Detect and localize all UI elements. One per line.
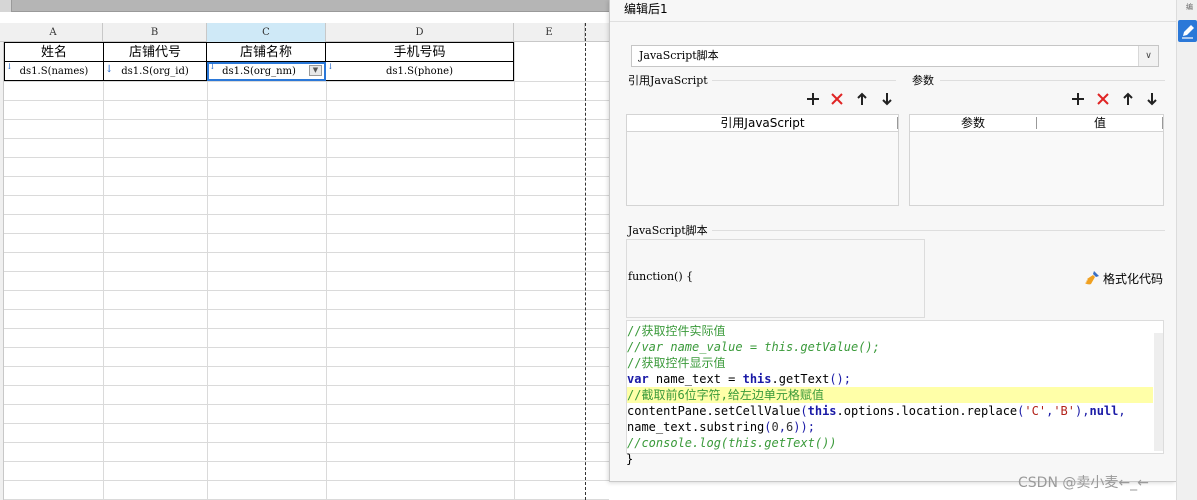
cell-c2[interactable]: ↓ ds1.S(org_nm) ▼	[207, 62, 326, 81]
code-line: //var name_value = this.getValue();	[627, 340, 880, 354]
event-type-value: JavaScript脚本	[639, 49, 719, 62]
cell-c2-text: ds1.S(org_nm)	[222, 66, 296, 77]
function-header-area: function() {	[626, 239, 925, 318]
grid-row-line	[4, 480, 609, 481]
grid-row-line	[4, 176, 609, 177]
delete-icon[interactable]	[1094, 90, 1112, 108]
format-code-button[interactable]: 格式化代码	[1084, 270, 1163, 288]
cell-b2-text: ds1.S(org_id)	[121, 66, 189, 77]
params-table-header: 参数 值	[910, 115, 1163, 132]
dialog-title: 编辑后1	[610, 0, 1177, 22]
code-line: //console.log(this.getText())	[627, 436, 837, 450]
grid-row-line	[4, 119, 609, 120]
grid-row-line	[4, 347, 609, 348]
move-up-icon[interactable]	[1119, 90, 1137, 108]
add-icon[interactable]	[804, 90, 822, 108]
grid-row-line	[4, 366, 609, 367]
grid-row-line	[4, 385, 609, 386]
move-down-icon[interactable]	[1143, 90, 1161, 108]
code-scrollbar[interactable]	[1154, 333, 1163, 451]
cell-b1[interactable]: 店铺代号	[104, 42, 207, 62]
right-side-panel	[1176, 0, 1197, 500]
param-value-column-header: 值	[1093, 116, 1106, 130]
params-table[interactable]: 参数 值	[909, 114, 1164, 206]
grid-row-line	[4, 404, 609, 405]
grid-row-line	[4, 233, 609, 234]
column-header-a[interactable]: A	[4, 23, 103, 42]
ref-js-table-header: 引用JavaScript	[627, 115, 898, 132]
grid-row-line	[4, 252, 609, 253]
grid-row-line	[4, 442, 609, 443]
side-panel-label: 编	[1186, 3, 1193, 11]
cell-a1[interactable]: 姓名	[4, 42, 104, 62]
grid-row-line	[4, 157, 609, 158]
cell-b2[interactable]: ↓ ds1.S(org_id)	[104, 62, 207, 81]
code-line: //获取控件实际值	[627, 324, 726, 338]
edit-pencil-icon[interactable]	[1178, 20, 1197, 42]
add-icon[interactable]	[1069, 90, 1087, 108]
row-header-bar	[0, 42, 4, 500]
chevron-down-icon[interactable]: ∨	[1138, 46, 1158, 66]
expand-down-icon: ↓	[6, 62, 13, 71]
expand-down-icon: ↓	[327, 62, 334, 71]
column-header-e[interactable]: E	[514, 23, 585, 42]
column-header-b[interactable]: B	[103, 23, 207, 42]
cell-a2-text: ds1.S(names)	[19, 66, 89, 77]
code-line: contentPane.setCellValue(this.options.lo…	[627, 404, 1126, 418]
move-up-icon[interactable]	[853, 90, 871, 108]
expand-down-icon: ↓	[105, 64, 114, 75]
grid-row-line	[4, 290, 609, 291]
code-line: name_text.substring(0,6));	[627, 420, 815, 434]
section-divider	[940, 80, 1165, 81]
ref-js-section-label: 引用JavaScript	[628, 74, 708, 87]
grid-row-line	[4, 309, 609, 310]
broom-icon	[1084, 270, 1100, 291]
watermark: CSDN @卖小麦←_←	[1018, 475, 1149, 491]
function-header: function() {	[628, 270, 694, 283]
grid-row-line	[4, 214, 609, 215]
cell-c1[interactable]: 店铺名称	[207, 42, 326, 62]
cell-a2[interactable]: ↓ ds1.S(names)	[4, 62, 104, 81]
column-header-d[interactable]: D	[326, 23, 514, 42]
grid-row-line	[4, 423, 609, 424]
grid-row-line	[4, 195, 609, 196]
page-break-line	[585, 23, 586, 500]
grid-row-line	[4, 271, 609, 272]
move-down-icon[interactable]	[878, 90, 896, 108]
code-line: var name_text = this.getText();	[627, 372, 852, 386]
cell-d2[interactable]: ↓ ds1.S(phone)	[326, 62, 514, 81]
format-code-label: 格式化代码	[1103, 272, 1164, 286]
grid-row-line	[4, 461, 609, 462]
expand-down-icon: ↓	[209, 62, 216, 71]
section-divider	[712, 80, 896, 81]
cell-d1[interactable]: 手机号码	[326, 42, 514, 62]
grid-row-line	[4, 81, 609, 82]
event-type-select[interactable]: JavaScript脚本 ∨	[631, 45, 1159, 67]
widget-dropdown-icon[interactable]: ▼	[309, 65, 322, 76]
script-section-label: JavaScript脚本	[628, 224, 708, 237]
code-line: //获取控件显示值	[627, 356, 726, 370]
grid-column-line	[207, 42, 208, 500]
cell-d2-text: ds1.S(phone)	[386, 66, 453, 77]
section-divider	[712, 230, 1165, 231]
code-editor[interactable]: //获取控件实际值 //var name_value = this.getVal…	[626, 320, 1164, 454]
param-name-column-header: 参数	[960, 116, 985, 130]
grid-column-line	[514, 42, 515, 500]
function-closing-brace: }	[626, 452, 634, 466]
params-section-label: 参数	[912, 74, 934, 87]
grid-row-line	[4, 138, 609, 139]
column-header-c[interactable]: C	[207, 23, 326, 42]
grid-column-line	[103, 42, 104, 500]
event-editor-dialog: 编辑后1 JavaScript脚本 ∨ 引用JavaScript 引用JavaS…	[609, 0, 1177, 482]
delete-icon[interactable]	[828, 90, 846, 108]
grid-column-line	[326, 42, 327, 500]
grid-row-line	[4, 328, 609, 329]
ref-js-column-header: 引用JavaScript	[720, 116, 805, 130]
code-line-highlighted: //截取前6位字符,给左边单元格赋值	[627, 387, 1153, 403]
grid-row-line	[4, 100, 609, 101]
ref-js-table[interactable]: 引用JavaScript	[626, 114, 899, 206]
